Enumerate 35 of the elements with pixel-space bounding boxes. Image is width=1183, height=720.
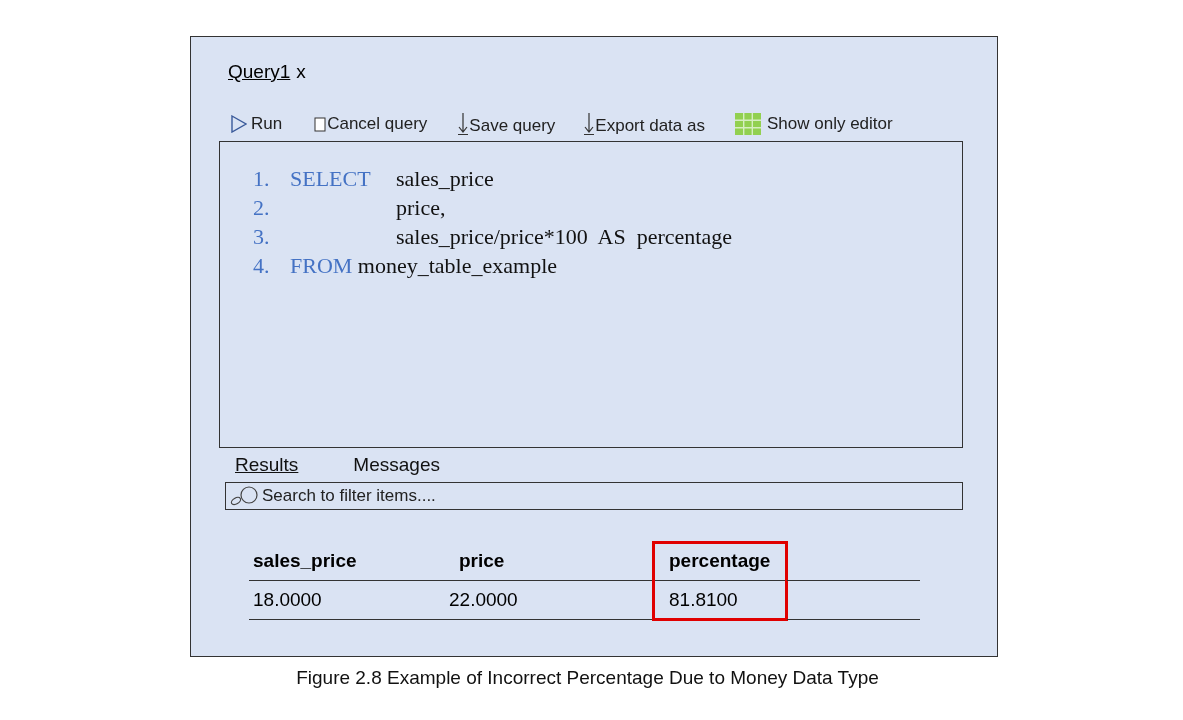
column-header: sales_price: [253, 550, 357, 572]
search-icon: [230, 486, 260, 506]
code-editor[interactable]: 1. SELECT sales_price 2. price, 3. sales_price/price*100 AS percentage 4. FROM money_table_example: [219, 141, 963, 448]
table-cell: 22.0000: [449, 589, 518, 611]
query-tab[interactable]: Query1: [228, 61, 291, 83]
toolbar-button[interactable]: Run: [231, 114, 283, 134]
grid-icon: [735, 113, 761, 135]
toolbar-button[interactable]: Show only editor: [735, 113, 893, 135]
line-number: 3.: [253, 223, 271, 250]
code-text: price,: [396, 194, 446, 221]
figure-caption: Figure 2.8 Example of Incorrect Percentage Due to Money Data Type: [295, 667, 880, 689]
code-text: money_table_example: [357, 252, 557, 279]
square-icon: [314, 116, 327, 132]
column-header: price: [459, 550, 505, 572]
results-tab[interactable]: Results: [235, 454, 299, 476]
download-arrow-icon: [457, 112, 470, 136]
search-field[interactable]: Search to filter items....: [262, 486, 962, 506]
column-header: percentage: [669, 550, 771, 572]
sql-keyword: FROM: [290, 252, 353, 279]
download-arrow-icon: [583, 112, 596, 136]
toolbar-button[interactable]: Save query: [457, 112, 556, 136]
toolbar-button[interactable]: Export data as: [583, 112, 705, 136]
line-number: 4.: [253, 252, 271, 279]
code-text: sales_price: [396, 165, 494, 192]
play-icon: [231, 115, 247, 133]
table-cell: 18.0000: [253, 589, 322, 611]
sql-keyword: SELECT: [290, 165, 371, 191]
search-field[interactable]: Search to filter items....: [225, 482, 963, 510]
line-number: 1.: [253, 165, 271, 192]
toolbar-button[interactable]: Cancel query: [314, 114, 428, 134]
close-tab-button[interactable]: x: [296, 61, 306, 83]
table-cell: 81.8100: [669, 589, 738, 611]
results-tab[interactable]: Messages: [353, 454, 440, 476]
code-text: sales_price/price*100 AS percentage: [396, 223, 732, 250]
line-number: 2.: [253, 194, 271, 221]
